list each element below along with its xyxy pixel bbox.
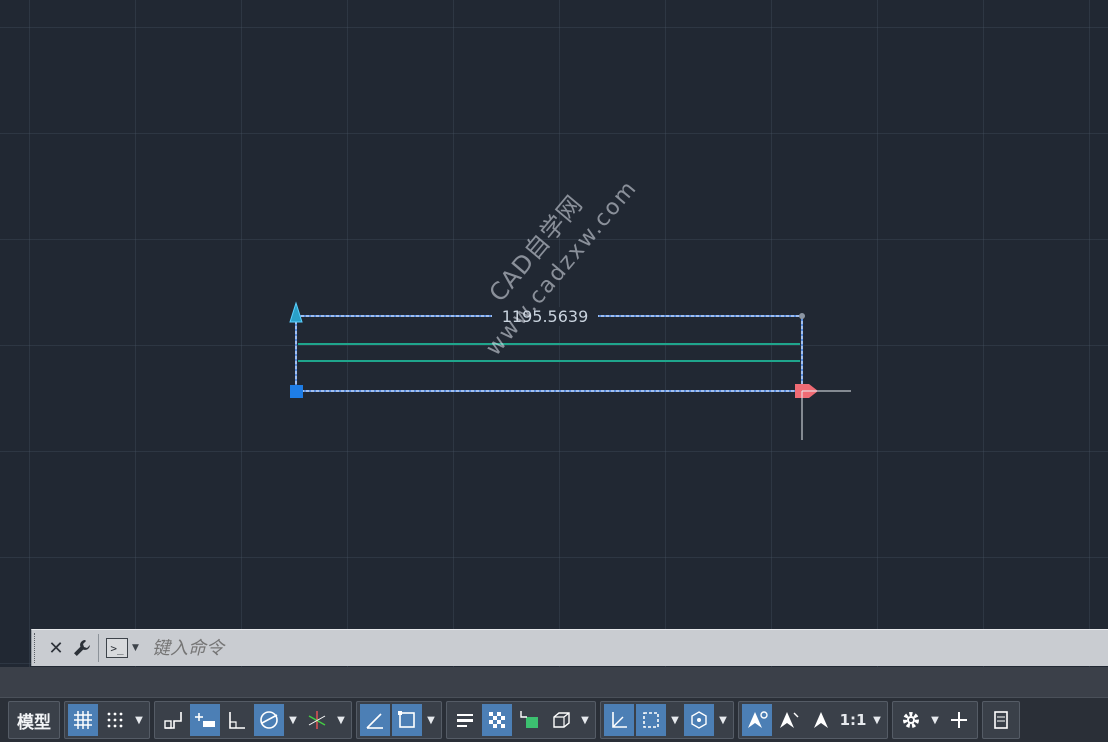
grip-arrow-up[interactable] [289, 301, 303, 323]
command-line: ✕ >_ ▼ [31, 629, 1108, 666]
scale-value: 1:1 [839, 711, 867, 729]
selection-filtering-icon[interactable] [636, 704, 666, 736]
chevron-down-icon[interactable]: ▼ [715, 704, 731, 736]
ortho-icon[interactable] [222, 704, 252, 736]
dynamic-ucs-icon[interactable] [604, 704, 634, 736]
command-line-grip[interactable] [34, 633, 43, 663]
command-separator [98, 634, 99, 662]
annotation-visibility-icon[interactable] [742, 704, 772, 736]
chevron-down-icon: ▼ [132, 643, 139, 653]
chevron-down-icon[interactable]: ▼ [285, 704, 301, 736]
wrench-icon[interactable] [69, 633, 95, 663]
gear-icon[interactable] [896, 704, 926, 736]
drawing-svg [289, 301, 851, 440]
chevron-down-icon[interactable]: ▼ [667, 704, 683, 736]
selected-rectangle[interactable] [295, 315, 803, 392]
grid-icon[interactable] [68, 704, 98, 736]
annotation-group: 1:1 ▼ [738, 701, 888, 739]
gizmo-icon[interactable] [684, 704, 714, 736]
layout-tab-band [0, 667, 1108, 697]
lineweight-icon[interactable] [450, 704, 480, 736]
chevron-down-icon[interactable]: ▼ [423, 704, 439, 736]
dimension-readout[interactable]: 1195.5639 [492, 307, 598, 326]
grip-dot[interactable] [799, 313, 805, 319]
customize-group [982, 701, 1020, 739]
snap-dots-icon[interactable] [100, 704, 130, 736]
auto-scale-icon[interactable] [774, 704, 804, 736]
chevron-down-icon[interactable]: ▼ [131, 704, 147, 736]
recent-commands-button[interactable]: >_ ▼ [102, 633, 146, 663]
model-space-button[interactable]: 模型 [11, 708, 57, 733]
chevron-down-icon[interactable]: ▼ [869, 704, 885, 736]
object-snap-icon[interactable] [392, 704, 422, 736]
isometric-drafting-icon[interactable] [302, 704, 332, 736]
selection-cycling-icon[interactable] [514, 704, 544, 736]
workspace-group: ▼ [892, 701, 978, 739]
3d-object-snap-icon[interactable] [546, 704, 576, 736]
chevron-down-icon[interactable]: ▼ [927, 704, 943, 736]
customization-icon[interactable] [986, 704, 1016, 736]
prompt-icon: >_ [106, 638, 128, 658]
drafting-group-5: ▼ ▼ [600, 701, 734, 739]
infer-constraints-icon[interactable] [158, 704, 188, 736]
transparency-icon[interactable] [482, 704, 512, 736]
polar-tracking-icon[interactable] [254, 704, 284, 736]
command-input[interactable] [146, 632, 1108, 664]
status-bar: 模型 ▼ ▼ ▼ ▼ ▼ ▼ ▼ 1:1 ▼ ▼ [0, 697, 1108, 742]
close-icon[interactable]: ✕ [43, 633, 69, 663]
annotation-scale-icon[interactable] [806, 704, 836, 736]
drafting-group-1: ▼ [64, 701, 150, 739]
plus-icon[interactable] [944, 704, 974, 736]
scale-selector[interactable]: 1:1 [838, 704, 868, 736]
drafting-group-4: ▼ [446, 701, 596, 739]
drafting-group-3: ▼ [356, 701, 442, 739]
chevron-down-icon[interactable]: ▼ [333, 704, 349, 736]
model-group: 模型 [8, 701, 60, 739]
drawing-canvas[interactable]: 1195.5639 CAD自学网 www.cadzxw.com [0, 0, 1108, 667]
object-snap-tracking-icon[interactable] [360, 704, 390, 736]
chevron-down-icon[interactable]: ▼ [577, 704, 593, 736]
dynamic-input-icon[interactable] [190, 704, 220, 736]
drafting-group-2: ▼ ▼ [154, 701, 352, 739]
grip-square-blue[interactable] [290, 385, 303, 398]
